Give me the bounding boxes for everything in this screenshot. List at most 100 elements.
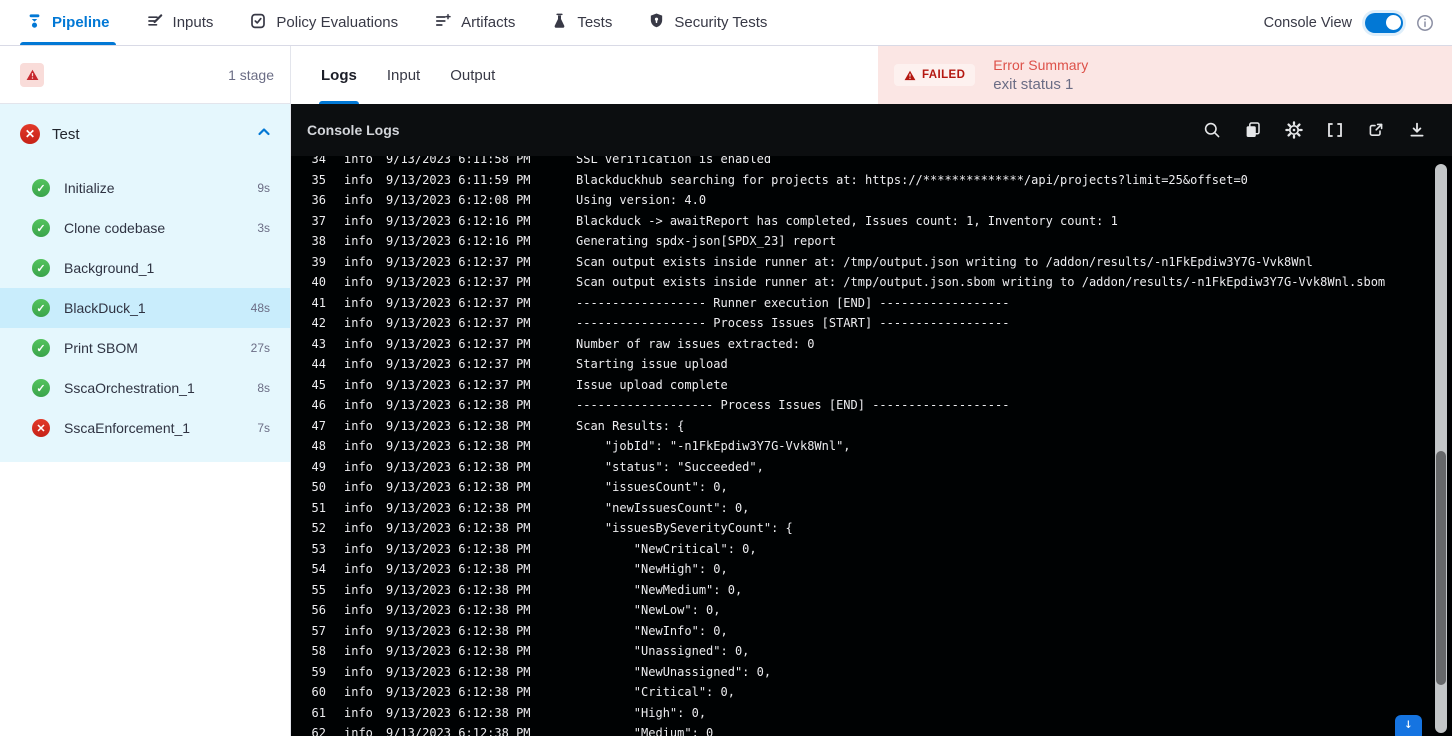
- log-time: 6:11:59 PM: [458, 172, 531, 187]
- tab-input[interactable]: Input: [387, 46, 420, 104]
- log-message: Blackduck -> awaitReport has completed, …: [576, 213, 1118, 228]
- log-time: 6:12:38 PM: [458, 500, 531, 515]
- tab-pipeline[interactable]: Pipeline: [20, 0, 116, 45]
- tab-inputs[interactable]: Inputs: [146, 0, 213, 45]
- log-date: 9/13/2023: [386, 193, 452, 207]
- tab-artifacts[interactable]: Artifacts: [434, 0, 515, 45]
- tab-policy-evaluations[interactable]: Policy Evaluations: [249, 0, 398, 45]
- copy-icon[interactable]: [1244, 121, 1262, 139]
- step-row[interactable]: SscaEnforcement_1 7s: [0, 408, 290, 448]
- log-line-number: 47: [311, 418, 326, 433]
- log-message: ------------------- Process Issues [END]…: [576, 398, 1010, 412]
- log-date: 9/13/2023: [386, 582, 452, 597]
- log-level: info: [344, 234, 373, 248]
- log-line-number: 46: [311, 398, 326, 412]
- artifacts-icon: [434, 12, 452, 34]
- step-row[interactable]: SscaOrchestration_1 8s: [0, 368, 290, 408]
- log-timestamp: 9/13/2023 6:12:37 PM: [386, 252, 531, 273]
- log-line: 58 info 9/13/2023 6:12:38 PM "Unassigned…: [291, 641, 1432, 662]
- step-status-icon: [32, 419, 50, 437]
- log-message: "status": "Succeeded",: [576, 459, 764, 474]
- tab-label: Policy Evaluations: [276, 14, 399, 31]
- log-time: 6:12:38 PM: [458, 705, 531, 720]
- log-level: info: [344, 213, 373, 228]
- log-level: info: [344, 705, 373, 720]
- settings-gear-icon[interactable]: [1285, 121, 1303, 139]
- search-icon[interactable]: [1203, 121, 1221, 139]
- log-scrollbar-thumb[interactable]: [1436, 451, 1446, 685]
- step-name: SscaOrchestration_1: [64, 380, 195, 396]
- log-timestamp: 9/13/2023 6:12:38 PM: [386, 539, 531, 560]
- log-line: 44 info 9/13/2023 6:12:37 PM Starting is…: [291, 354, 1432, 375]
- log-line-number: 45: [311, 377, 326, 392]
- log-message: "NewHigh": 0,: [576, 562, 728, 576]
- pipeline-failed-icon: [20, 62, 44, 87]
- step-duration: 48s: [250, 301, 270, 315]
- log-message: "NewCritical": 0,: [576, 541, 757, 556]
- step-list: Initialize 9s Clone codebase 3s Backgrou…: [0, 164, 290, 448]
- tab-logs[interactable]: Logs: [319, 46, 359, 104]
- log-scrollbar-track[interactable]: [1435, 164, 1447, 733]
- log-line-number: 57: [311, 623, 326, 638]
- stage-header-test[interactable]: Test: [0, 104, 290, 164]
- log-time: 6:12:37 PM: [458, 295, 531, 310]
- log-line-number: 55: [311, 582, 326, 597]
- top-nav-bar: Pipeline Inputs Policy Evaluations Artif…: [0, 0, 1452, 46]
- log-timestamp: 9/13/2023 6:12:38 PM: [386, 723, 531, 736]
- toggle-knob: [1385, 15, 1401, 30]
- log-line-number: 34: [311, 156, 326, 166]
- log-timestamp: 9/13/2023 6:12:38 PM: [386, 580, 531, 601]
- log-date: 9/13/2023: [386, 603, 452, 617]
- step-row[interactable]: Clone codebase 3s: [0, 208, 290, 248]
- log-date: 9/13/2023: [386, 541, 452, 556]
- step-detail-tabs: Logs Input Output: [291, 46, 878, 104]
- tab-output[interactable]: Output: [450, 46, 495, 104]
- log-date: 9/13/2023: [386, 664, 452, 679]
- sidebar-header: 1 stage: [0, 46, 290, 104]
- log-message: Using version: 4.0: [576, 193, 707, 207]
- step-name: Clone codebase: [64, 220, 166, 236]
- open-in-new-icon[interactable]: [1367, 121, 1385, 139]
- chevron-up-icon[interactable]: [256, 124, 272, 145]
- security-tests-icon: [648, 12, 665, 33]
- step-row[interactable]: Background_1: [0, 248, 290, 288]
- log-message: SSL verification is enabled: [576, 156, 772, 166]
- log-time: 6:12:38 PM: [458, 664, 531, 679]
- log-level: info: [344, 623, 373, 638]
- policy-evaluations-icon: [249, 12, 267, 34]
- log-date: 9/13/2023: [386, 172, 452, 187]
- log-line-number: 49: [311, 459, 326, 474]
- step-row[interactable]: BlackDuck_1 48s: [0, 288, 290, 328]
- console-view-toggle[interactable]: [1365, 12, 1403, 33]
- log-line: 52 info 9/13/2023 6:12:38 PM "issuesBySe…: [291, 518, 1432, 539]
- fullscreen-icon[interactable]: [1326, 121, 1344, 139]
- download-icon[interactable]: [1408, 121, 1426, 139]
- stage-name: Test: [52, 125, 80, 143]
- inputs-icon: [146, 12, 164, 34]
- info-icon[interactable]: [1416, 14, 1434, 32]
- log-line: 53 info 9/13/2023 6:12:38 PM "NewCritica…: [291, 539, 1432, 560]
- step-row[interactable]: Print SBOM 27s: [0, 328, 290, 368]
- scroll-to-bottom-button[interactable]: ↓: [1395, 715, 1422, 736]
- log-line-number: 38: [311, 234, 326, 248]
- log-level: info: [344, 156, 373, 166]
- log-time: 6:12:38 PM: [458, 726, 531, 736]
- log-date: 9/13/2023: [386, 562, 452, 576]
- tab-security-tests[interactable]: Security Tests: [648, 0, 767, 45]
- log-time: 6:12:38 PM: [458, 398, 531, 412]
- log-level: info: [344, 377, 373, 392]
- log-line: 61 info 9/13/2023 6:12:38 PM "High": 0,: [291, 703, 1432, 724]
- step-row[interactable]: Initialize 9s: [0, 168, 290, 208]
- main-panel: Logs Input Output FAILED Error Summary e…: [291, 46, 1452, 736]
- log-level: info: [344, 254, 373, 269]
- log-date: 9/13/2023: [386, 295, 452, 310]
- log-date: 9/13/2023: [386, 254, 452, 269]
- tab-tests[interactable]: Tests: [551, 0, 612, 45]
- log-time: 6:12:38 PM: [458, 541, 531, 556]
- log-line: 50 info 9/13/2023 6:12:38 PM "issuesCoun…: [291, 477, 1432, 498]
- log-date: 9/13/2023: [386, 685, 452, 699]
- log-level: info: [344, 172, 373, 187]
- log-level: info: [344, 439, 373, 453]
- log-line-number: 51: [311, 500, 326, 515]
- console-view-label: Console View: [1263, 14, 1352, 31]
